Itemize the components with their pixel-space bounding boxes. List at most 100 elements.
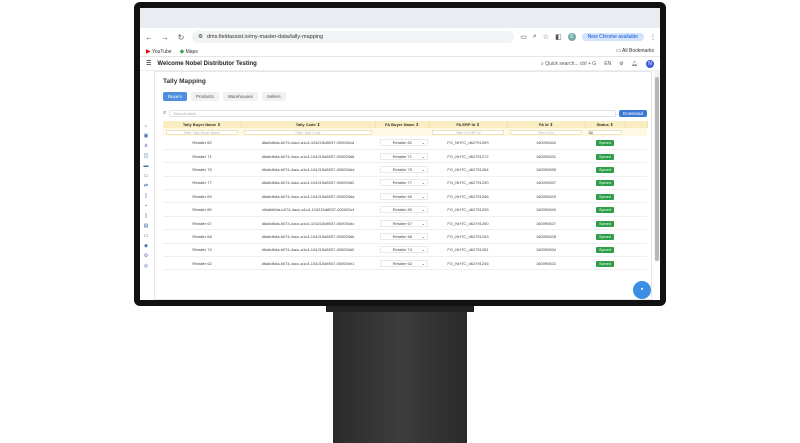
status-badge: Synced xyxy=(596,260,614,267)
cell-tally-buyer-name: Retailer 62 xyxy=(163,256,241,271)
download-button[interactable]: Download xyxy=(618,109,647,117)
table-row: Retailer 69 d6a6d6da-b074-4acc-a1c4-10421… xyxy=(163,189,647,204)
settings-icon[interactable]: ⚙ xyxy=(619,61,623,67)
fa-buyer-select[interactable]: Retailer 82 ⌄ xyxy=(380,138,428,146)
main-content: Tally Mapping Buyers Products Warehouses… xyxy=(154,71,652,300)
hierarchy-icon[interactable]: ⋔ xyxy=(144,143,148,149)
col-fa-erp-id[interactable]: FA ERP Id ⇕ xyxy=(429,121,508,128)
filter-status[interactable]: All xyxy=(588,129,622,135)
cell-fa-erp-id: FO_NHTC_d62791272 xyxy=(429,149,507,164)
chrome-update-button[interactable]: New Chrome available xyxy=(581,33,644,41)
menu-icon[interactable]: ⋮ xyxy=(650,34,656,41)
chevron-down-icon: ⌄ xyxy=(421,153,425,159)
cell-spacer xyxy=(625,243,647,258)
site-settings-icon[interactable]: ⚙ xyxy=(198,34,203,40)
file-icon[interactable]: ▯ xyxy=(145,213,148,219)
cell-spacer xyxy=(625,189,647,204)
cell-tally-buyer-name: Retailer 82 xyxy=(163,136,241,150)
fa-buyer-select[interactable]: Retailer 71 ⌄ xyxy=(380,152,428,160)
cell-status: Synced xyxy=(585,189,625,204)
tag-icon[interactable]: ◆ xyxy=(144,243,148,249)
notification-bell-icon[interactable]: 🔔︎ xyxy=(632,61,638,67)
chevron-down-icon: ⌄ xyxy=(421,207,425,213)
col-tally-code[interactable]: Tally Code ⇕ xyxy=(241,121,376,128)
back-icon[interactable]: ← xyxy=(144,33,154,42)
table-search-input[interactable]: Search table xyxy=(169,109,616,117)
fa-buyer-select[interactable]: Retailer 74 ⌄ xyxy=(380,246,428,254)
app-header: ☰ Welcome Nobel Distributor Testing ⌕ Qu… xyxy=(140,57,660,71)
cell-tally-buyer-name: Retailer 71 xyxy=(163,149,241,164)
filter-fa-erp-id[interactable]: Filter FA ERP Id xyxy=(432,129,504,135)
cell-status: Synced xyxy=(585,256,625,271)
fa-buyer-select[interactable]: Retailer 68 ⌄ xyxy=(380,232,428,240)
cell-tally-code: d6a6d6da-b074-4acc-a1c4-104215d8937-0000… xyxy=(241,149,375,164)
status-badge: Synced xyxy=(596,247,614,254)
chevron-down-icon: ⌄ xyxy=(421,220,425,226)
page-scrollbar[interactable] xyxy=(654,71,660,261)
bookmark-star-icon[interactable]: ☆ xyxy=(543,33,549,41)
box-icon[interactable]: ▪ xyxy=(145,203,147,209)
profile-avatar[interactable]: S xyxy=(567,33,576,41)
cell-tally-code: d6a6d6da-b074-4acc-a1c4-104215d8937-0000… xyxy=(241,202,375,217)
truck-icon[interactable]: ▬ xyxy=(144,163,149,169)
report-icon[interactable]: ▤ xyxy=(144,223,149,229)
briefcase-icon[interactable]: ▣ xyxy=(144,133,149,139)
cell-spacer xyxy=(625,176,647,191)
cell-fa-id: 160090522 xyxy=(507,256,585,271)
forward-icon[interactable]: → xyxy=(160,33,170,42)
status-badge: Synced xyxy=(596,153,614,160)
tab-warehouses[interactable]: Warehouses xyxy=(222,92,258,101)
table-row: Retailer 75 d6a6d6da-b074-4acc-a1c4-10421… xyxy=(163,162,647,177)
bookmark-maps[interactable]: ◆ Maps xyxy=(180,48,198,55)
cell-status: Synced xyxy=(585,243,625,258)
fa-buyer-select[interactable]: Retailer 69 ⌄ xyxy=(380,192,428,200)
table-row: Retailer 67 d6a6d6da-b074-4acc-a1c4-10421… xyxy=(163,216,647,231)
fa-buyer-select[interactable]: Retailer 80 ⌄ xyxy=(380,206,428,214)
cell-fa-id: 160090534 xyxy=(507,243,585,258)
gear-sidebar-icon[interactable]: ⚙ xyxy=(144,253,148,259)
id-card-icon[interactable]: ▭ xyxy=(144,233,149,239)
zoom-icon[interactable]: ⌕ xyxy=(533,33,537,41)
tab-buyers[interactable]: Buyers xyxy=(163,92,188,101)
filter-tally-buyer-name[interactable]: Filter Tally Buyer Name xyxy=(166,129,238,135)
all-bookmarks[interactable]: ▭ All Bookmarks xyxy=(616,48,654,54)
scrollbar-thumb[interactable] xyxy=(655,77,659,261)
tab-products[interactable]: Products xyxy=(191,92,219,101)
address-bar[interactable]: ⚙ dms.fieldassist.io/my-master-data/tall… xyxy=(192,31,515,43)
bookmark-youtube[interactable]: ▶ YouTube xyxy=(146,48,172,55)
filter-tally-code[interactable]: Filter Tally Code xyxy=(244,129,372,135)
col-spacer xyxy=(625,121,648,128)
fa-buyer-select[interactable]: Retailer 62 ⌄ xyxy=(380,259,428,267)
col-fa-id[interactable]: FA Id ⇕ xyxy=(507,121,586,128)
bookmarks-bar: ▶ YouTube ◆ Maps ▭ All Bookmarks xyxy=(140,46,660,57)
cell-status: Synced xyxy=(585,162,625,177)
cell-fa-erp-id: FO_NHTC_d62791260 xyxy=(429,216,507,231)
hamburger-icon[interactable]: ☰ xyxy=(146,60,151,67)
tab-sellers[interactable]: Sellers xyxy=(261,92,286,101)
monitor-icon[interactable]: ▭ xyxy=(144,173,149,179)
fa-buyer-select[interactable]: Retailer 67 ⌄ xyxy=(380,219,428,227)
chat-button[interactable]: ▪ xyxy=(633,281,651,299)
quick-search[interactable]: ⌕ Quick search... ctrl + G xyxy=(541,61,596,67)
col-fa-buyer-name[interactable]: FA Buyer Name ⇕ xyxy=(375,121,430,128)
install-icon[interactable]: ▭ xyxy=(520,33,527,41)
extensions-icon[interactable]: ◧ xyxy=(555,33,562,41)
fa-buyer-select[interactable]: Retailer 77 ⌄ xyxy=(380,179,428,187)
cart-icon[interactable]: ◫ xyxy=(144,153,149,159)
fa-buyer-select[interactable]: Retailer 75 ⌄ xyxy=(380,165,428,173)
help-icon[interactable]: ◎ xyxy=(144,263,148,269)
user-avatar[interactable]: N xyxy=(646,59,654,68)
home-icon[interactable]: ⌂ xyxy=(144,123,147,129)
language-select[interactable]: EN xyxy=(604,61,611,67)
cell-tally-buyer-name: Retailer 77 xyxy=(163,176,241,191)
reload-icon[interactable]: ↻ xyxy=(176,33,186,42)
cell-fa-buyer-name: Retailer 69 ⌄ xyxy=(375,189,429,204)
col-tally-buyer-name[interactable]: Tally Buyer Name ⇕ xyxy=(163,121,242,128)
transfer-icon[interactable]: ⇄ xyxy=(144,183,148,189)
monitor-stand-top xyxy=(326,306,474,312)
filter-fa-id[interactable]: Filter FA Id xyxy=(510,129,582,135)
table-row: Retailer 71 d6a6d6da-b074-4acc-a1c4-10421… xyxy=(163,149,647,164)
document-icon[interactable]: ▯ xyxy=(145,193,148,199)
col-status[interactable]: Status ⇕ xyxy=(585,121,626,128)
cell-fa-buyer-name: Retailer 82 ⌄ xyxy=(375,136,429,150)
